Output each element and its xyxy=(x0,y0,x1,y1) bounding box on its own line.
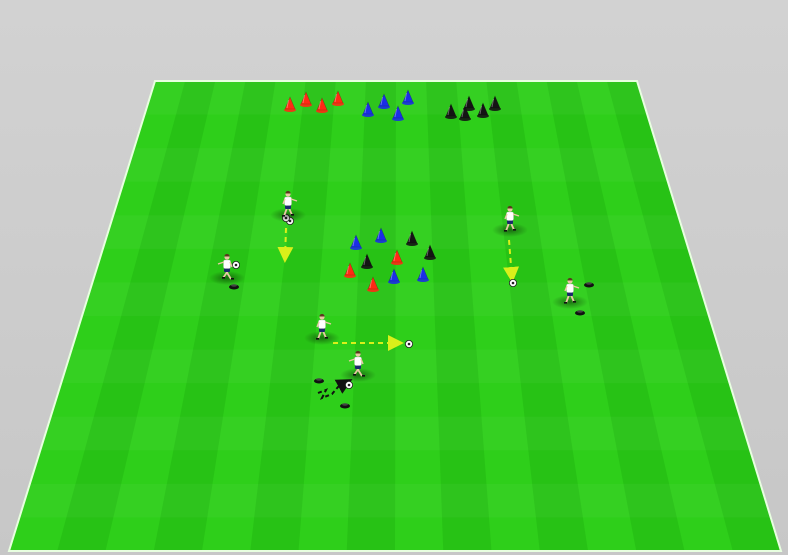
pitch-band xyxy=(0,417,788,451)
pitch-band xyxy=(0,81,788,115)
pitch-band xyxy=(0,484,788,518)
soccer-ball xyxy=(404,339,413,348)
pitch-band xyxy=(0,350,788,384)
soccer-ball xyxy=(508,278,517,287)
pitch-band xyxy=(0,282,788,316)
pitch-band xyxy=(0,215,788,249)
soccer-ball xyxy=(231,260,240,269)
pitch-canvas xyxy=(0,80,788,552)
pitch-band xyxy=(0,148,788,182)
drill-diagram xyxy=(0,0,788,555)
pitch xyxy=(0,80,788,552)
soccer-ball xyxy=(344,380,353,389)
